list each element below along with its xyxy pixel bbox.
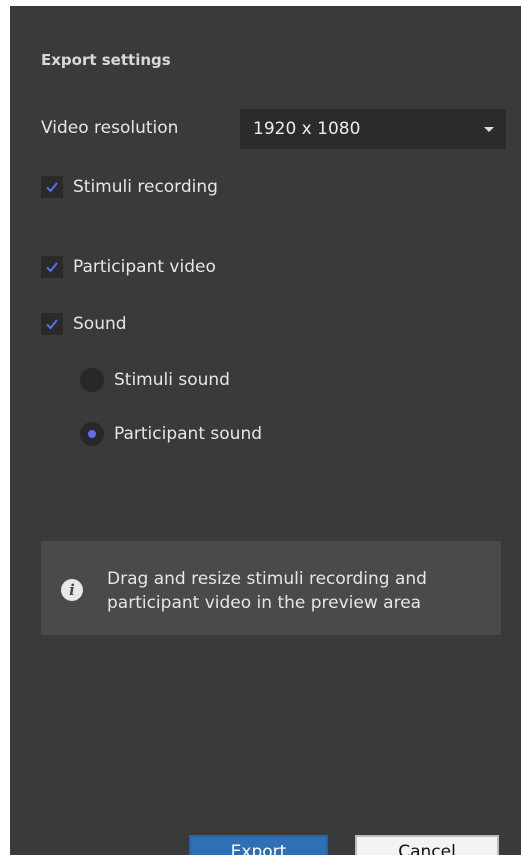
checkbox-label: Stimuli recording: [73, 177, 218, 197]
section-title: Export settings: [41, 51, 171, 69]
export-settings-panel: Export settings Video resolution 1920 x …: [10, 6, 521, 855]
info-box: i Drag and resize stimuli recording and …: [41, 541, 501, 635]
radio-selected-dot: [88, 430, 96, 438]
cancel-button[interactable]: Cancel: [355, 835, 499, 855]
radio-label: Participant sound: [114, 424, 263, 444]
video-resolution-value: 1920 x 1080: [253, 119, 361, 139]
participant-sound-radio[interactable]: Participant sound: [80, 422, 262, 446]
checkbox-box[interactable]: [41, 176, 63, 198]
sound-checkbox[interactable]: Sound: [41, 313, 127, 335]
checkmark-icon: [46, 262, 58, 273]
radio-button[interactable]: [80, 422, 104, 446]
radio-label: Stimuli sound: [114, 370, 230, 390]
participant-video-checkbox[interactable]: Participant video: [41, 256, 216, 278]
checkbox-label: Sound: [73, 314, 127, 334]
checkbox-label: Participant video: [73, 257, 216, 277]
checkmark-icon: [46, 319, 58, 330]
stimuli-sound-radio[interactable]: Stimuli sound: [80, 368, 230, 392]
radio-button[interactable]: [80, 368, 104, 392]
export-button[interactable]: Export: [189, 835, 328, 855]
video-resolution-label: Video resolution: [41, 118, 179, 138]
checkbox-box[interactable]: [41, 256, 63, 278]
checkbox-box[interactable]: [41, 313, 63, 335]
video-resolution-dropdown[interactable]: 1920 x 1080: [240, 109, 506, 149]
stimuli-recording-checkbox[interactable]: Stimuli recording: [41, 176, 218, 198]
checkmark-icon: [46, 182, 58, 193]
info-icon: i: [61, 579, 83, 601]
chevron-down-icon: [484, 127, 494, 132]
info-text: Drag and resize stimuli recording and pa…: [107, 569, 427, 613]
